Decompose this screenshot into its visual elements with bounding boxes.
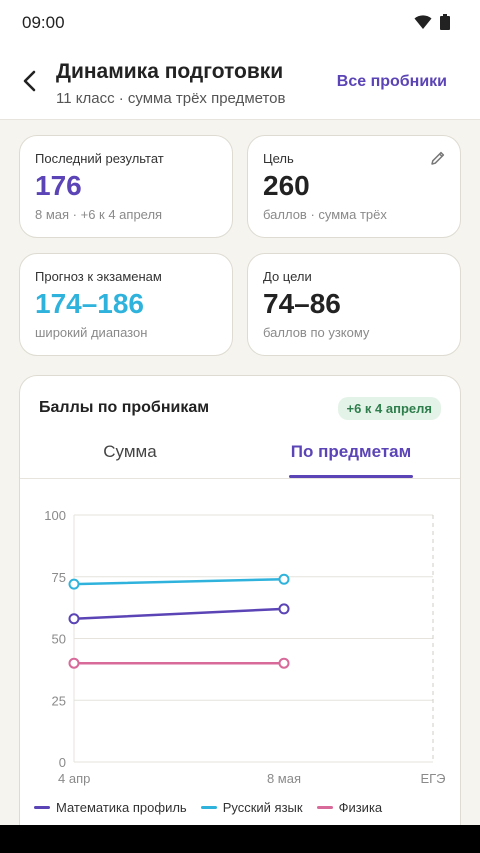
to-goal-card: До цели 74–86 баллов по узкому: [247, 253, 461, 356]
status-icons: [414, 14, 450, 30]
forecast-label: Прогноз к экзаменам: [35, 269, 162, 284]
y-tick-label: 50: [52, 632, 66, 647]
legend-swatch-russian: [200, 806, 217, 809]
edit-goal-button[interactable]: [430, 150, 446, 171]
subject-scores-chart: 0 25 50 75 100 4 апр 8 мая ЕГЭ: [44, 508, 445, 786]
legend-item-physics: Физика: [316, 800, 383, 815]
x-tick-label: 4 апр: [58, 771, 90, 786]
status-time: 09:00: [22, 13, 65, 32]
legend-swatch-math: [34, 806, 50, 809]
y-tick-label: 0: [59, 755, 66, 770]
x-tick-label: ЕГЭ: [420, 771, 445, 786]
chart-legend: Математика профиль Русский язык Физика: [34, 800, 382, 815]
data-point: [68, 613, 80, 625]
legend-swatch-physics: [316, 806, 333, 809]
wifi-icon: [414, 15, 432, 29]
forecast-card: Прогноз к экзаменам 174–186 широкий диап…: [19, 253, 233, 356]
page-title: Динамика подготовки: [56, 60, 284, 83]
to-goal-value: 74–86: [263, 288, 341, 319]
app-bar: Динамика подготовки 11 класс · сумма трё…: [0, 46, 480, 120]
legend-item-russian: Русский язык: [200, 800, 303, 815]
status-bar: 09:00: [0, 0, 480, 46]
last-result-note: 8 мая · +6 к 4 апреля: [35, 207, 163, 222]
data-point: [278, 573, 290, 585]
series-line-1: [72, 577, 286, 586]
y-tick-label: 25: [52, 693, 66, 708]
goal-value: 260: [263, 170, 310, 201]
page-subtitle: 11 класс · сумма трёх предметов: [56, 90, 286, 107]
last-result-label: Последний результат: [35, 151, 164, 166]
last-result-value: 176: [35, 170, 82, 201]
goal-label: Цель: [263, 151, 294, 166]
data-point: [278, 603, 290, 615]
last-result-card: Последний результат 176 8 мая · +6 к 4 а…: [19, 135, 233, 238]
data-point: [278, 657, 290, 669]
data-point: [68, 657, 80, 669]
all-tests-link[interactable]: Все пробники: [337, 73, 447, 91]
scores-chart-card: Баллы по пробникам +6 к 4 апреля Сумма П…: [19, 375, 461, 845]
forecast-value: 174–186: [35, 288, 145, 319]
goal-card: Цель 260 баллов · сумма трёх: [247, 135, 461, 238]
goal-note: баллов · сумма трёх: [263, 207, 387, 222]
arrow-back-icon: [23, 70, 36, 92]
legend-item-math: Математика профиль: [34, 800, 187, 815]
x-tick-label: 8 мая: [267, 771, 301, 786]
system-nav-bar: [0, 825, 480, 853]
back-button[interactable]: [14, 66, 44, 96]
to-goal-label: До цели: [263, 269, 312, 284]
legend-label-math: Математика профиль: [56, 800, 187, 815]
y-tick-label: 100: [44, 508, 66, 523]
forecast-note: широкий диапазон: [35, 325, 148, 340]
to-goal-note: баллов по узкому: [263, 325, 370, 340]
series-line-0: [72, 607, 286, 620]
data-point: [68, 578, 80, 590]
legend-label-russian: Русский язык: [222, 800, 303, 815]
battery-icon: [440, 14, 450, 30]
pencil-icon: [431, 151, 445, 165]
legend-label-physics: Физика: [338, 800, 383, 815]
y-tick-label: 75: [52, 570, 66, 585]
